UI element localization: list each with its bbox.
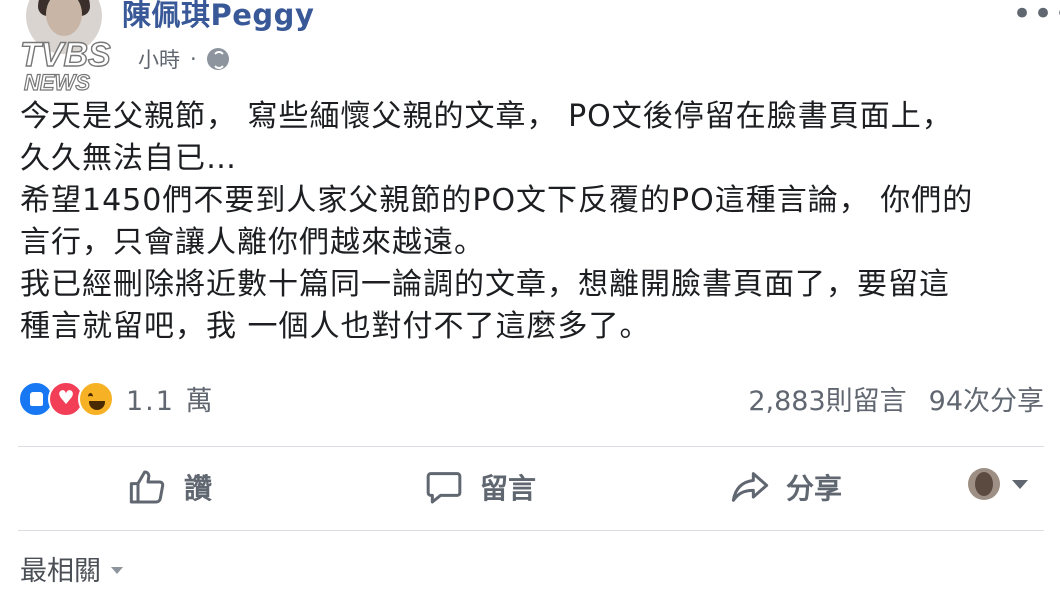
facebook-post: 陳佩琪Peggy 小時 · ••• TVBS NEWS 今天是父親節， 寫些緬懷… (0, 0, 1060, 596)
globe-icon[interactable] (206, 48, 229, 70)
more-icon[interactable]: ••• (1012, 0, 1060, 34)
reaction-count[interactable]: 1.1 萬 (126, 379, 215, 418)
share-button-label: 分享 (786, 472, 843, 505)
post-line: 我已經刪除將近數十篇同一論調的文章，想離開臉書頁面了，要留這 (20, 267, 950, 302)
author-avatar[interactable] (26, 0, 102, 54)
comment-button[interactable]: 留言 (424, 462, 536, 512)
viewer-avatar (968, 468, 1000, 500)
haha-reaction-icon (78, 380, 114, 417)
share-button[interactable]: 分享 (730, 462, 842, 512)
comment-sort-label: 最相關 (20, 556, 101, 587)
post-time[interactable]: 小時 (138, 44, 180, 74)
divider (18, 446, 1044, 447)
post-meta: 小時 · (138, 44, 229, 74)
viewer-selector[interactable] (968, 468, 1028, 500)
share-arrow-icon (731, 472, 769, 502)
comment-sort-dropdown[interactable]: 最相關 (20, 549, 123, 588)
post-body: 今天是父親節， 寫些緬懷父親的文章， PO文後停留在臉書頁面上， 久久無法自已…… (20, 96, 1050, 348)
author-name[interactable]: 陳佩琪Peggy (122, 0, 314, 34)
speech-bubble-icon (426, 472, 462, 504)
engagement-stats: 2,883則留言 94次分享 (748, 379, 1044, 418)
post-line: 希望1450們不要到人家父親節的PO文下反覆的PO這種言論， 你們的 (20, 183, 974, 218)
reaction-summary[interactable]: 1.1 萬 (18, 379, 215, 418)
meta-separator: · (190, 47, 197, 71)
chevron-down-icon (111, 567, 123, 574)
post-line: 久久無法自已… (20, 141, 237, 176)
watermark-sub: NEWS (24, 70, 90, 92)
comment-count[interactable]: 2,883則留言 (748, 379, 906, 418)
divider (18, 530, 1044, 531)
thumbs-up-icon (129, 470, 165, 504)
post-line: 種言就留吧，我 一個人也對付不了這麼多了。 (20, 309, 651, 344)
comment-button-label: 留言 (480, 472, 537, 505)
post-line: 言行，只會讓人離你們越來越遠。 (20, 225, 485, 260)
share-count[interactable]: 94次分享 (929, 379, 1044, 418)
like-button[interactable]: 讚 (128, 462, 212, 512)
post-line: 今天是父親節， 寫些緬懷父親的文章， PO文後停留在臉書頁面上， (20, 99, 953, 134)
chevron-down-icon (1012, 479, 1028, 489)
like-button-label: 讚 (184, 472, 213, 505)
